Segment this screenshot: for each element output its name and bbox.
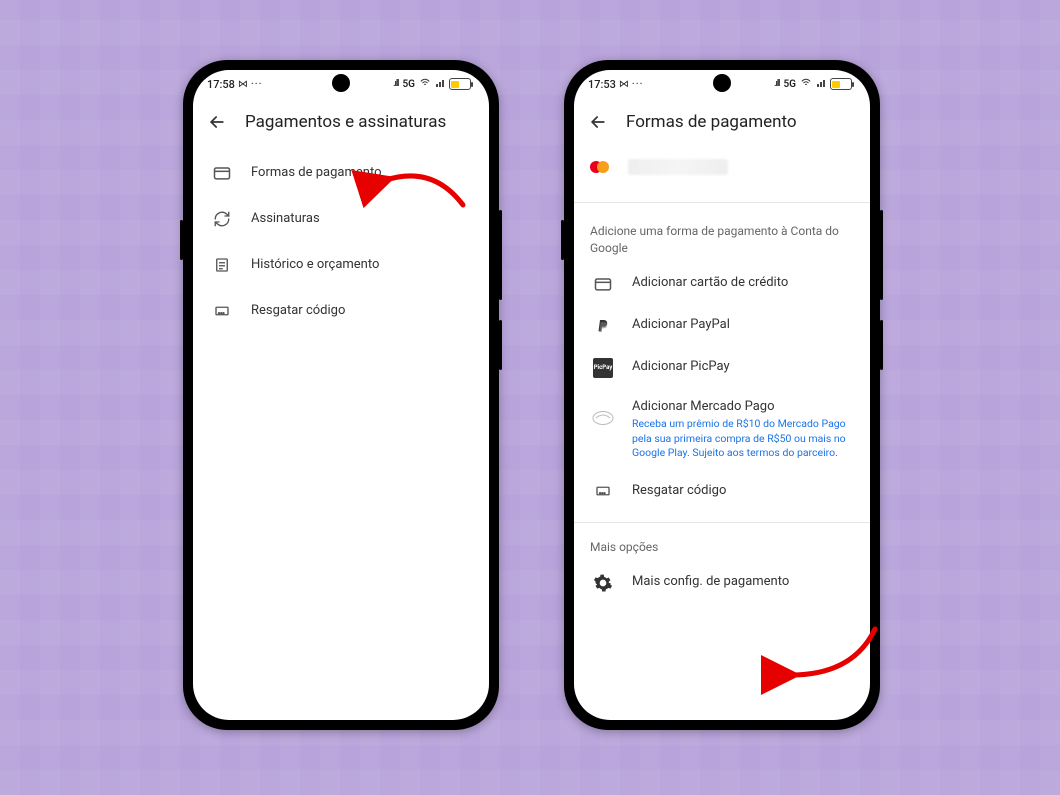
menu-list: Formas de pagamento Assinaturas Históric… (193, 150, 489, 334)
phone-mockup-right: 17:53 ⋈ ··· .ıll 5G (564, 60, 880, 730)
item-formas-pagamento[interactable]: Formas de pagamento (197, 150, 485, 196)
network-type: 5G (783, 79, 796, 90)
signal-icon: .ıll (774, 79, 779, 89)
gear-icon (592, 572, 614, 594)
back-button[interactable] (207, 112, 227, 132)
status-time: 17:58 (207, 78, 235, 91)
saved-card-row[interactable] (574, 150, 870, 196)
divider (574, 522, 870, 523)
add-paypal[interactable]: Adicionar PayPal (578, 305, 866, 347)
more-options-list: Mais config. de pagamento (574, 562, 870, 604)
status-time: 17:53 (588, 78, 616, 91)
network-type: 5G (402, 79, 415, 90)
card-icon (211, 162, 233, 184)
small-signal-icon (816, 78, 826, 91)
item-label: Adicionar cartão de crédito (632, 275, 852, 292)
status-dots: ··· (251, 79, 263, 90)
item-label: Formas de pagamento (251, 165, 471, 182)
item-label: Resgatar código (632, 483, 852, 500)
bt-icon: ⋈ (619, 79, 629, 90)
battery-icon (830, 78, 852, 90)
item-assinaturas[interactable]: Assinaturas (197, 196, 485, 242)
doc-icon (211, 254, 233, 276)
item-label: Resgatar código (251, 303, 471, 320)
wifi-icon (419, 78, 431, 91)
mercado-pago-icon (592, 407, 614, 429)
app-bar: Pagamentos e assinaturas (193, 98, 489, 150)
more-options-header: Mais opções (574, 529, 870, 562)
redacted-card-number (628, 159, 728, 175)
card-icon (592, 273, 614, 295)
app-bar: Formas de pagamento (574, 98, 870, 150)
page-title: Formas de pagamento (626, 112, 797, 132)
item-resgatar[interactable]: Resgatar código (197, 288, 485, 334)
item-label: Adicionar PicPay (632, 359, 852, 376)
battery-icon (449, 78, 471, 90)
item-historico[interactable]: Histórico e orçamento (197, 242, 485, 288)
promo-text[interactable]: Receba um prêmio de R$10 do Mercado Pago… (632, 417, 852, 460)
divider (574, 202, 870, 203)
camera-hole (713, 74, 731, 92)
item-label: Histórico e orçamento (251, 257, 471, 274)
back-button[interactable] (588, 112, 608, 132)
item-label: Mais config. de pagamento (632, 574, 852, 591)
small-signal-icon (435, 78, 445, 91)
item-label: Adicionar PayPal (632, 317, 852, 334)
signal-icon: .ıll (393, 79, 398, 89)
camera-hole (332, 74, 350, 92)
item-label: Assinaturas (251, 211, 471, 228)
add-section-header: Adicione uma forma de pagamento à Conta … (574, 209, 870, 263)
picpay-icon: PicPay (592, 357, 614, 379)
add-methods-list: Adicionar cartão de crédito Adicionar Pa… (574, 263, 870, 512)
phone-mockup-left: 17:58 ⋈ ··· .ıll 5G (183, 60, 499, 730)
status-dots: ··· (632, 79, 644, 90)
add-credit-card[interactable]: Adicionar cartão de crédito (578, 263, 866, 305)
mastercard-icon (588, 156, 610, 178)
add-mercado-pago[interactable]: Adicionar Mercado Pago Receba um prêmio … (578, 389, 866, 470)
item-label-block: Adicionar Mercado Pago Receba um prêmio … (632, 399, 852, 460)
more-payment-settings[interactable]: Mais config. de pagamento (578, 562, 866, 604)
page-title: Pagamentos e assinaturas (245, 112, 446, 132)
redeem-code[interactable]: Resgatar código (578, 470, 866, 512)
add-picpay[interactable]: PicPay Adicionar PicPay (578, 347, 866, 389)
bt-icon: ⋈ (238, 79, 248, 90)
refresh-icon (211, 208, 233, 230)
code-icon (211, 300, 233, 322)
wifi-icon (800, 78, 812, 91)
code-icon (592, 480, 614, 502)
item-label: Adicionar Mercado Pago (632, 399, 852, 416)
paypal-icon (592, 315, 614, 337)
